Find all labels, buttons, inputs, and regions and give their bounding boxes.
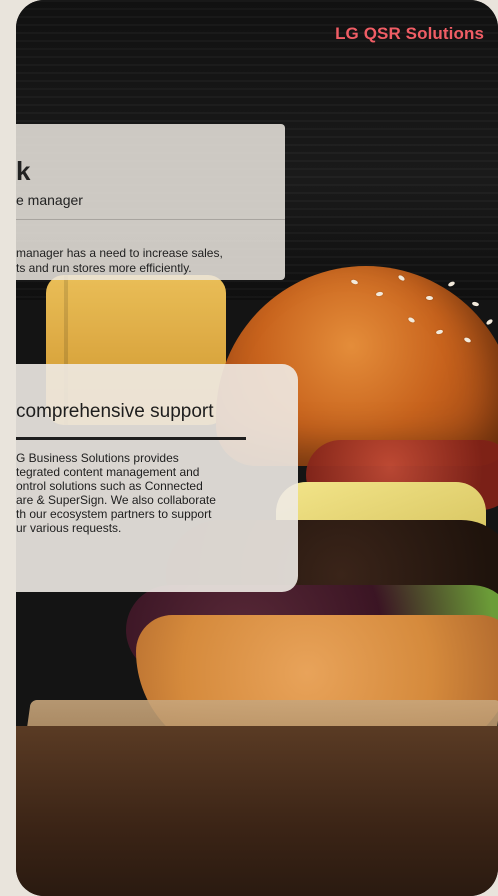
panel-top-title: k bbox=[16, 156, 31, 186]
sesame-seed bbox=[425, 295, 434, 301]
panel-top-description: manager has a need to increase sales, ts… bbox=[16, 246, 223, 275]
wood-table bbox=[16, 726, 498, 896]
hero-card: LG QSR Solutions k e manager manager has… bbox=[16, 0, 498, 896]
panel-support-body: G Business Solutions provides tegrated c… bbox=[16, 451, 216, 535]
brand-title: LG QSR Solutions bbox=[335, 24, 484, 43]
panel-support-underline bbox=[16, 437, 246, 440]
panel-support-heading: comprehensive support bbox=[16, 401, 214, 422]
panel-top-subtitle: e manager bbox=[16, 192, 83, 208]
info-panel-top: k e manager manager has a need to increa… bbox=[16, 124, 285, 280]
panel-top-divider bbox=[16, 219, 285, 220]
sesame-seed bbox=[485, 318, 494, 326]
info-panel-support: comprehensive support G Business Solutio… bbox=[16, 364, 298, 592]
sesame-seed bbox=[471, 301, 480, 307]
